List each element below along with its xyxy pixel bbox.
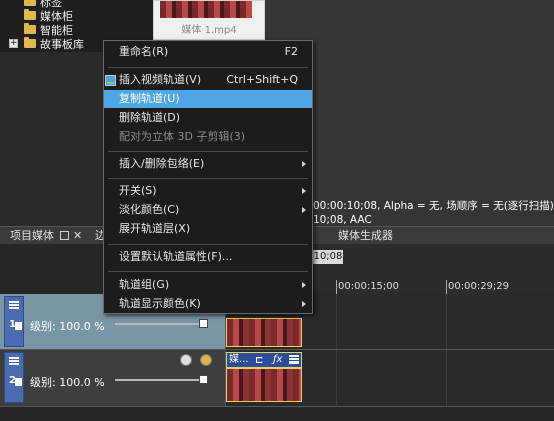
menu-item-envelopes[interactable]: 插入/删除包络(E) bbox=[104, 155, 312, 173]
level-label: 级别: 100.0 % bbox=[30, 320, 105, 333]
menu-item-insert-video-track[interactable]: 插入视频轨道(V) Ctrl+Shift+Q bbox=[104, 71, 312, 89]
track-header-2[interactable]: 2 级别: 100.0 % bbox=[0, 350, 225, 406]
ruler-tick bbox=[336, 280, 337, 294]
media-properties-text: 00:00:10;08, Alpha = 无, 场顺序 = 无(逐行扫描), A… bbox=[313, 199, 554, 229]
menu-item-pair-stereo-3d: 配对为立体 3D 子剪辑(3) bbox=[104, 128, 312, 146]
menu-icon[interactable] bbox=[9, 357, 19, 365]
track-number: 2 bbox=[9, 375, 16, 386]
menu-icon[interactable] bbox=[289, 355, 299, 364]
grid-line bbox=[446, 294, 447, 406]
ruler-mark: 00:00:15;00 bbox=[338, 281, 400, 292]
menu-item-label: 淡化颜色(C) bbox=[119, 203, 180, 216]
level-label: 级别: 100.0 % bbox=[30, 376, 105, 389]
properties-line-2: 10;08, AAC bbox=[313, 214, 372, 226]
video-clip-2[interactable] bbox=[226, 368, 302, 402]
fx-icon[interactable]: ƒx bbox=[273, 353, 282, 367]
menu-item-label: 复制轨道(U) bbox=[119, 92, 180, 105]
folder-icon bbox=[24, 37, 36, 48]
level-slider[interactable] bbox=[115, 323, 205, 325]
track-motion-icon[interactable] bbox=[200, 354, 212, 366]
menu-item-expand-track-layers[interactable]: 展开轨道层(X) bbox=[104, 220, 312, 238]
track-number: 1 bbox=[9, 319, 16, 330]
menu-item-delete-track[interactable]: 删除轨道(D) bbox=[104, 109, 312, 127]
close-icon[interactable]: ✕ bbox=[73, 228, 82, 244]
menu-item-default-track-properties[interactable]: 设置默认轨道属性(F)... bbox=[104, 248, 312, 266]
track-number-box bbox=[15, 378, 22, 386]
track-handle[interactable]: 1 bbox=[4, 296, 24, 347]
properties-line-1: 00:00:10;08, Alpha = 无, 场顺序 = 无(逐行扫描), A bbox=[313, 200, 554, 212]
submenu-arrow-icon bbox=[302, 301, 306, 307]
menu-item-label: 展开轨道层(X) bbox=[119, 222, 191, 235]
thumbnail-image bbox=[160, 1, 252, 18]
level-slider-thumb[interactable] bbox=[199, 319, 208, 328]
tab-project-media[interactable]: 项目媒体 bbox=[10, 228, 54, 244]
menu-item-label: 删除轨道(D) bbox=[119, 111, 181, 124]
folder-icon bbox=[24, 23, 36, 34]
context-menu: 重命名(R) F2 插入视频轨道(V) Ctrl+Shift+Q 复制轨道(U)… bbox=[103, 40, 313, 314]
menu-item-label: 轨道显示颜色(K) bbox=[119, 297, 201, 310]
menu-item-shortcut: Ctrl+Shift+Q bbox=[226, 73, 298, 86]
level-slider-thumb[interactable] bbox=[199, 375, 208, 384]
menu-separator bbox=[108, 271, 308, 272]
submenu-arrow-icon bbox=[302, 282, 306, 288]
menu-item-track-group[interactable]: 轨道组(G) bbox=[104, 276, 312, 294]
thumbnail-caption: 媒体 1.mp4 bbox=[181, 25, 237, 36]
level-slider[interactable] bbox=[115, 379, 205, 381]
clip-label: 媒... bbox=[229, 354, 249, 365]
composite-mode-icon[interactable] bbox=[180, 354, 192, 366]
ruler-tick bbox=[446, 280, 447, 294]
submenu-arrow-icon bbox=[302, 161, 306, 167]
crop-icon[interactable]: ⊏ bbox=[255, 354, 267, 366]
current-time-marker[interactable]: 10;08 bbox=[313, 250, 343, 264]
menu-item-duplicate-track[interactable]: 复制轨道(U) bbox=[104, 90, 312, 108]
menu-item-rename[interactable]: 重命名(R) F2 bbox=[104, 43, 312, 61]
video-clip-1[interactable] bbox=[226, 318, 302, 347]
insert-track-icon bbox=[105, 75, 116, 86]
menu-icon[interactable] bbox=[9, 301, 19, 309]
track-handle[interactable]: 2 bbox=[4, 352, 24, 403]
folder-icon bbox=[24, 9, 36, 20]
tree-item-label: 故事板库 bbox=[40, 37, 84, 51]
menu-separator bbox=[108, 67, 308, 68]
menu-item-label: 插入视频轨道(V) bbox=[119, 73, 202, 86]
menu-item-label: 配对为立体 3D 子剪辑(3) bbox=[119, 130, 246, 143]
ruler-mark: 00:00:29;29 bbox=[448, 281, 510, 292]
menu-item-label: 重命名(R) bbox=[119, 45, 169, 58]
timeline-footer bbox=[0, 407, 554, 421]
submenu-arrow-icon bbox=[302, 207, 306, 213]
tree-item-storyboard[interactable]: 故事板库 bbox=[24, 36, 84, 51]
menu-item-track-display-color[interactable]: 轨道显示颜色(K) bbox=[104, 295, 312, 313]
menu-item-shortcut: F2 bbox=[284, 45, 298, 58]
menu-item-label: 开关(S) bbox=[119, 184, 157, 197]
menu-item-switches[interactable]: 开关(S) bbox=[104, 182, 312, 200]
tab-media-generator[interactable]: 媒体生成器 bbox=[338, 228, 393, 244]
media-thumbnail[interactable]: 媒体 1.mp4 bbox=[153, 0, 265, 40]
expand-icon[interactable]: + bbox=[9, 39, 18, 48]
submenu-arrow-icon bbox=[302, 188, 306, 194]
maximize-icon[interactable] bbox=[60, 231, 69, 240]
clip-header-bar[interactable]: 媒... ⊏ ƒx bbox=[226, 352, 302, 368]
menu-separator bbox=[108, 151, 308, 152]
menu-separator bbox=[108, 178, 308, 179]
track-number-box bbox=[15, 322, 22, 330]
folder-icon bbox=[24, 0, 36, 6]
menu-item-fade-colors[interactable]: 淡化颜色(C) bbox=[104, 201, 312, 219]
grid-line bbox=[336, 294, 337, 406]
menu-item-label: 设置默认轨道属性(F)... bbox=[119, 250, 233, 263]
menu-item-label: 轨道组(G) bbox=[119, 278, 170, 291]
menu-item-label: 插入/删除包络(E) bbox=[119, 157, 205, 170]
menu-separator bbox=[108, 244, 308, 245]
